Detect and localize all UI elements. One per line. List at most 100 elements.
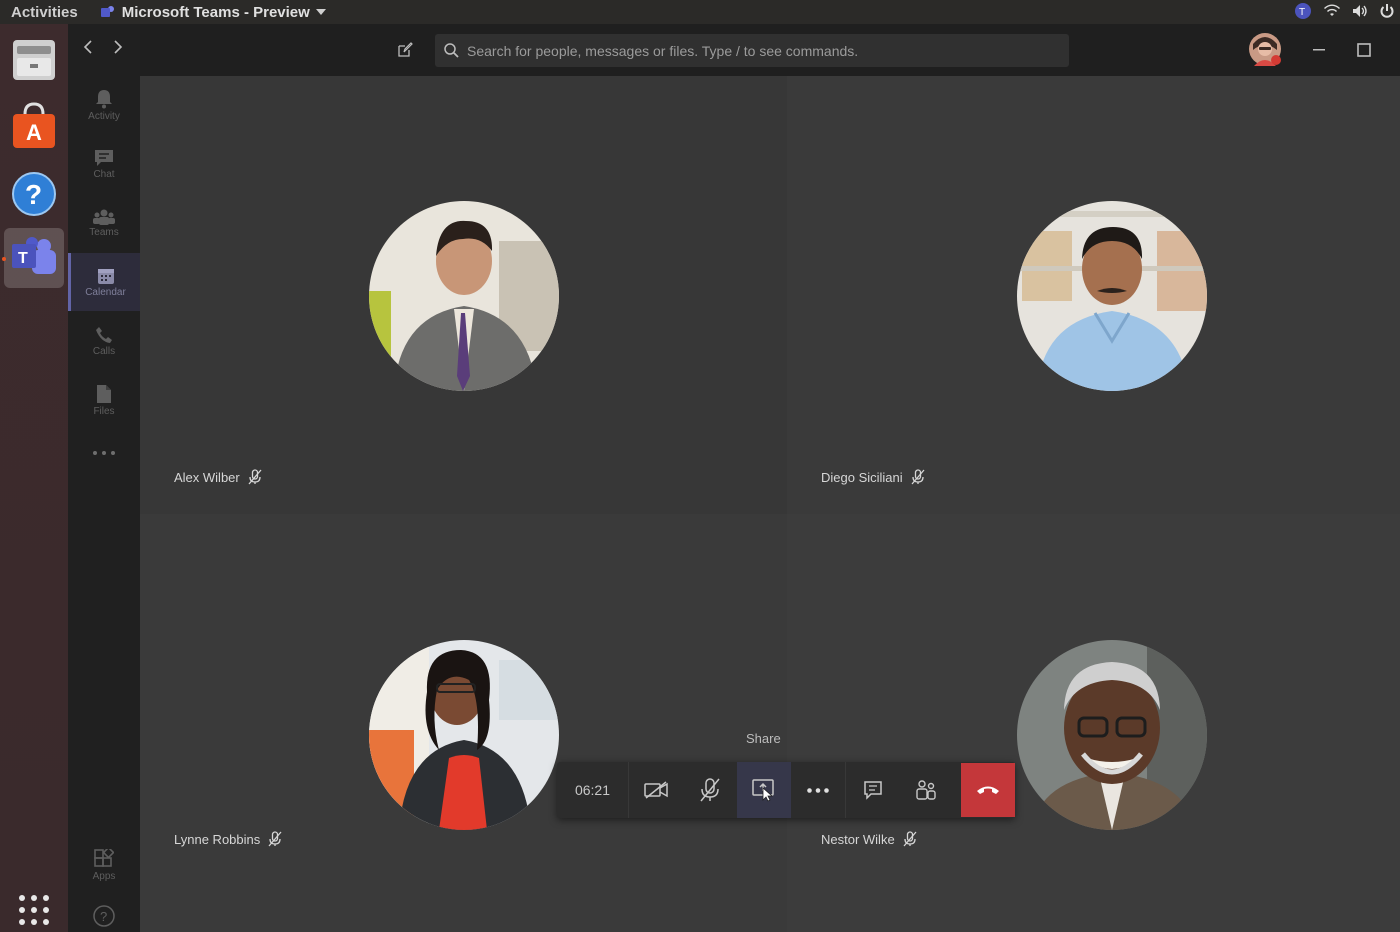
activities-button[interactable]: Activities [11,4,78,21]
conversation-button[interactable] [845,762,899,818]
more-apps-button[interactable] [68,430,140,476]
participant-name: Alex Wilber [174,469,240,485]
mic-off-icon [268,831,282,847]
volume-icon[interactable] [1352,4,1368,18]
rail-item-label: Chat [93,168,115,180]
participant-tile[interactable]: Diego Siciliani [787,76,1400,514]
minimize-icon[interactable] [1313,49,1325,51]
participant-photo [369,201,559,391]
participant-photo [1017,201,1207,391]
chat-icon [95,149,113,166]
svg-text:A: A [26,120,42,145]
mic-off-icon [248,469,262,485]
maximize-icon[interactable] [1357,43,1371,57]
rail-item-chat[interactable]: Chat [68,135,140,193]
help-button[interactable]: ? [68,900,140,932]
dock-software-launcher[interactable]: A [4,96,64,156]
rail-item-teams[interactable]: Teams [68,194,140,252]
phone-icon [96,326,112,343]
camera-toggle-button[interactable] [629,762,683,818]
hang-up-button[interactable] [961,763,1015,817]
svg-text:?: ? [25,179,42,210]
share-tooltip: Share [746,731,781,746]
svg-text:?: ? [100,909,107,924]
hang-up-icon [977,786,999,794]
share-button[interactable] [737,762,791,818]
software-bag-icon: A [13,102,55,148]
call-controls-bar: 06:21 [557,762,1015,818]
os-dock: A ? T [0,24,68,932]
compose-icon[interactable] [397,42,413,58]
chat-icon [863,781,882,800]
participant-tile[interactable]: Lynne Robbins [140,514,787,932]
rail-item-calls[interactable]: Calls [68,312,140,370]
app-title: Microsoft Teams - Preview [121,3,310,21]
rail-item-label: Activity [88,110,120,122]
participant-name-label: Alex Wilber [174,469,262,485]
svg-text:T: T [1299,7,1305,18]
participant-photo [369,640,559,830]
wifi-icon[interactable] [1324,4,1340,18]
participant-photo [1017,640,1207,830]
profile-avatar[interactable] [1248,32,1282,66]
teams-small-icon [100,6,114,17]
participant-tile[interactable]: Nestor Wilke [787,514,1400,932]
teams-title-bar: Search for people, messages or files. Ty… [140,24,1400,76]
rail-item-activity[interactable]: Activity [68,76,140,134]
dock-files-launcher[interactable] [4,30,64,90]
share-screen-icon [752,779,774,802]
calendar-icon [97,268,114,284]
help-circle-icon: ? [93,905,115,927]
participant-name-label: Nestor Wilke [821,831,917,847]
participant-name: Diego Siciliani [821,469,903,485]
dock-teams-launcher[interactable]: T [4,228,64,288]
rail-item-label: Teams [89,226,119,238]
mic-toggle-button[interactable] [683,762,737,818]
search-input[interactable]: Search for people, messages or files. Ty… [435,34,1069,67]
people-icon [916,780,936,800]
svg-text:T: T [18,250,28,267]
teams-app-bar: Activity Chat Teams Calendar Calls Files… [68,24,140,932]
running-indicator [2,257,6,261]
app-menu[interactable]: Microsoft Teams - Preview [100,4,326,21]
teams-icon [93,209,115,225]
bell-icon [96,89,112,108]
file-cabinet-icon [13,40,55,80]
avatar [1249,33,1281,66]
apps-icon [94,848,114,867]
forward-arrow-icon[interactable] [112,40,124,54]
system-tray[interactable]: T [1294,2,1394,20]
participant-name-label: Lynne Robbins [174,831,282,847]
rail-item-apps[interactable]: Apps [68,836,140,894]
power-icon[interactable] [1380,3,1394,19]
mic-off-icon [911,469,925,485]
participant-tile[interactable]: Alex Wilber [140,76,787,514]
rail-item-label: Apps [92,870,116,882]
rail-item-label: Calendar [85,286,126,298]
more-actions-button[interactable] [791,762,845,818]
os-top-bar: Activities Microsoft Teams - Preview T [0,0,1400,24]
rail-item-label: Calls [92,345,116,357]
app-grid-icon [19,895,49,925]
teams-app-icon: T [12,237,56,274]
rail-item-files[interactable]: Files [68,371,140,429]
dock-help-launcher[interactable]: ? [4,164,64,224]
participant-name: Lynne Robbins [174,831,261,847]
participants-button[interactable] [899,762,953,818]
show-applications-button[interactable] [4,888,64,932]
file-icon [97,384,111,403]
rail-item-calendar[interactable]: Calendar [68,253,140,311]
teams-tray-icon[interactable]: T [1294,2,1312,20]
back-arrow-icon[interactable] [82,40,94,54]
participant-name-label: Diego Siciliani [821,469,925,485]
more-dots-icon [93,451,115,455]
mic-off-icon [700,778,720,802]
chevron-down-icon [315,9,326,15]
camera-off-icon [644,781,668,799]
participant-name: Nestor Wilke [821,831,895,847]
help-icon: ? [12,172,56,216]
search-placeholder: Search for people, messages or files. Ty… [467,42,859,59]
more-dots-icon [807,787,829,793]
history-nav [82,40,124,54]
search-icon [444,43,459,58]
